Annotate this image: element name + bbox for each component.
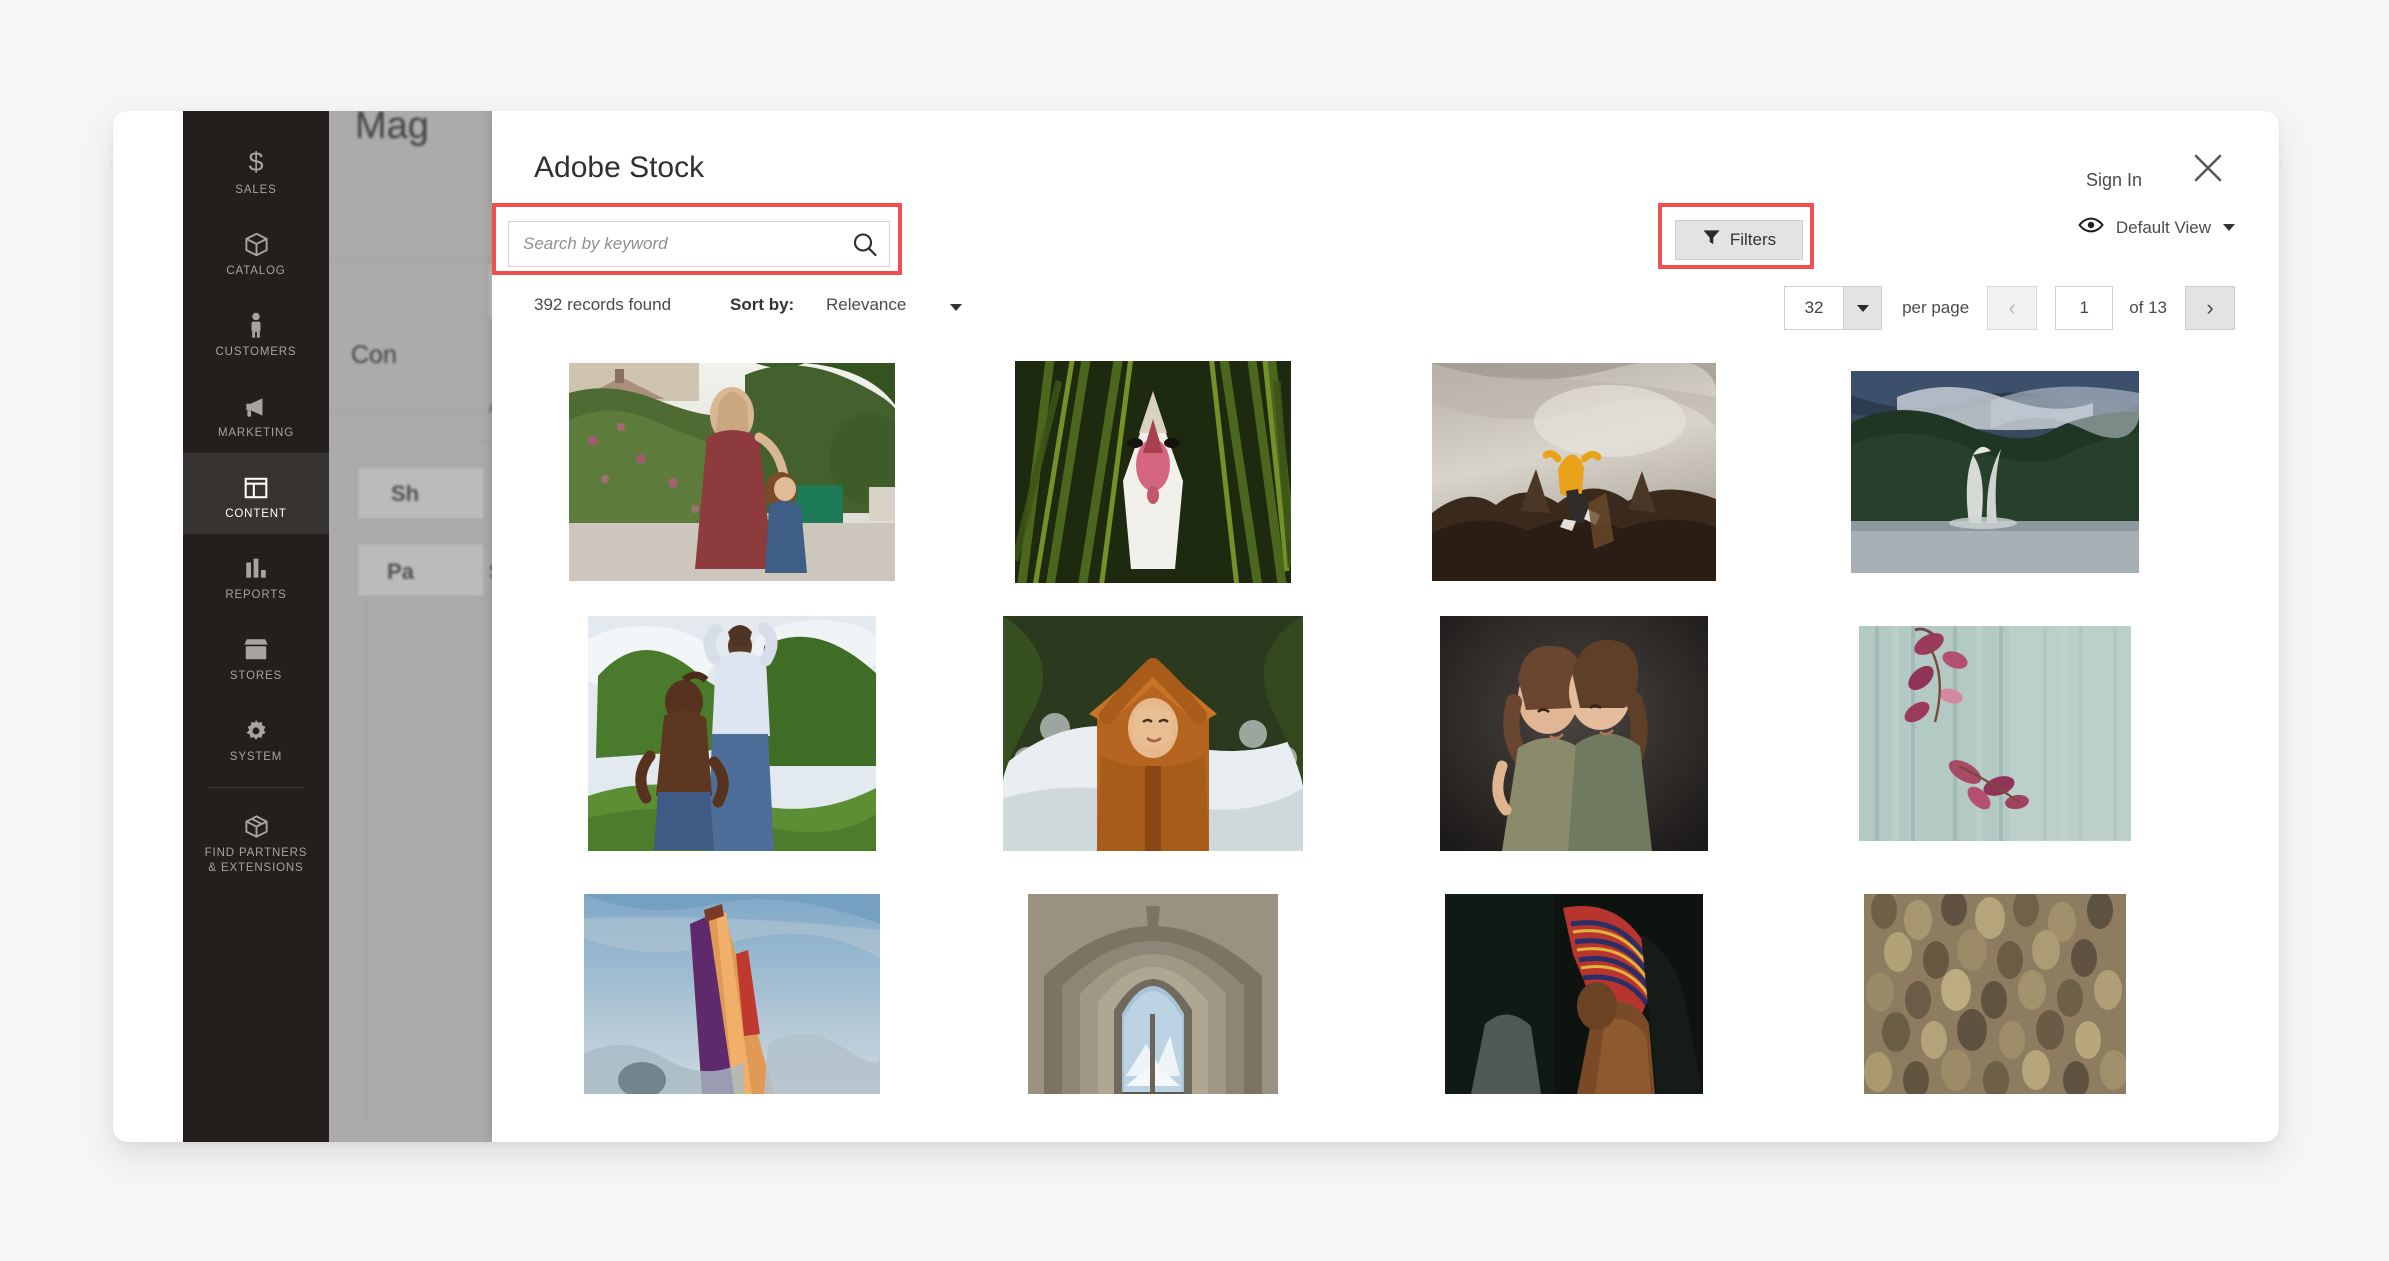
search-field-wrapper xyxy=(508,221,890,267)
chevron-right-icon[interactable]: › xyxy=(2185,286,2235,330)
gift-box-icon xyxy=(187,808,325,842)
stock-image-tile[interactable] xyxy=(955,612,1351,854)
sidebar-item-label: STORES xyxy=(229,670,283,682)
stock-image-tile[interactable] xyxy=(534,351,930,593)
stock-image-grid xyxy=(534,351,2249,1142)
chevron-down-icon xyxy=(2223,224,2235,231)
sidebar-divider xyxy=(209,787,303,788)
bg-button-2-text: Pa xyxy=(387,559,414,584)
sort-by-label: Sort by: xyxy=(730,295,795,314)
search-input[interactable] xyxy=(509,222,839,266)
bg-section-label: Con xyxy=(351,341,397,369)
admin-sidebar: $ SALES CATALOG CUSTOMERS MARKETING CONT… xyxy=(183,111,329,1142)
per-page-label: per page xyxy=(1902,298,1970,317)
adobe-stock-modal: Adobe Stock Sign In Search by keyword Fi… xyxy=(492,111,2279,1142)
sidebar-item-stores[interactable]: STORES xyxy=(183,615,329,696)
stock-thumbnail xyxy=(1864,894,2126,1094)
page-number-input[interactable] xyxy=(2055,286,2114,330)
stock-thumbnail xyxy=(588,615,876,851)
stock-image-tile[interactable] xyxy=(1797,351,2193,593)
funnel-icon xyxy=(1702,228,1721,252)
per-page-select[interactable]: 32 xyxy=(1784,286,1883,330)
pagination-controls: 32 per page ‹ of 13 › xyxy=(1784,283,2235,333)
filters-button[interactable]: Filters xyxy=(1675,220,1803,260)
sidebar-item-catalog[interactable]: CATALOG xyxy=(183,210,329,291)
dollar-icon: $ xyxy=(248,147,264,177)
sidebar-item-content[interactable]: CONTENT xyxy=(183,453,329,534)
layout-icon xyxy=(187,469,325,503)
view-switcher[interactable]: Default View xyxy=(2078,216,2235,239)
storefront-icon xyxy=(187,631,325,665)
bg-button-1 xyxy=(357,466,485,520)
sidebar-item-find-partners-extensions[interactable]: FIND PARTNERS & EXTENSIONS xyxy=(183,792,329,888)
sidebar-item-label: SALES xyxy=(235,184,277,196)
sidebar-item-label: CUSTOMERS xyxy=(215,346,297,358)
sort-by-value[interactable]: Relevance xyxy=(826,295,906,315)
stock-image-tile[interactable] xyxy=(955,873,1351,1115)
per-page-value: 32 xyxy=(1804,298,1824,317)
sidebar-item-label: CONTENT xyxy=(225,508,287,520)
megaphone-icon xyxy=(187,388,325,422)
stock-thumbnail xyxy=(1432,363,1716,581)
sidebar-item-sales[interactable]: $ SALES xyxy=(183,129,329,210)
stock-thumbnail xyxy=(1440,615,1708,851)
sort-chevron-down-icon[interactable] xyxy=(950,304,962,311)
gear-icon xyxy=(187,712,325,746)
sign-in-link[interactable]: Sign In xyxy=(2086,170,2142,191)
stock-thumbnail xyxy=(1003,615,1303,851)
stock-image-tile[interactable] xyxy=(534,612,930,854)
sidebar-item-marketing[interactable]: MARKETING xyxy=(183,372,329,453)
stock-thumbnail xyxy=(1015,361,1291,583)
per-page-chevron-down-icon xyxy=(1843,287,1882,329)
modal-title: Adobe Stock xyxy=(534,151,705,184)
filters-annotation-box: Filters xyxy=(1658,203,1814,269)
chevron-left-icon[interactable]: ‹ xyxy=(1987,286,2038,330)
stock-image-tile[interactable] xyxy=(1376,873,1772,1115)
bar-chart-icon xyxy=(187,550,325,584)
bg-button-2 xyxy=(357,543,485,597)
search-annotation-box xyxy=(492,203,902,275)
records-found-label: 392 records found xyxy=(534,295,672,314)
search-icon[interactable] xyxy=(849,229,881,261)
box-icon xyxy=(187,226,325,260)
close-icon[interactable] xyxy=(2188,148,2228,188)
sidebar-item-reports[interactable]: REPORTS xyxy=(183,534,329,615)
admin-app-card: $ SALES CATALOG CUSTOMERS MARKETING CONT… xyxy=(113,111,2279,1142)
stock-image-tile[interactable] xyxy=(1797,873,2193,1115)
stock-image-tile[interactable] xyxy=(534,873,930,1115)
stock-thumbnail xyxy=(1851,371,2139,573)
stock-image-tile[interactable] xyxy=(1376,612,1772,854)
sidebar-item-customers[interactable]: CUSTOMERS xyxy=(183,291,329,372)
sidebar-item-system[interactable]: SYSTEM xyxy=(183,696,329,777)
bg-brand-text: Mag xyxy=(355,111,429,147)
sidebar-item-label: MARKETING xyxy=(217,427,294,439)
stock-thumbnail xyxy=(1859,625,2131,841)
sidebar-item-label: FIND PARTNERS & EXTENSIONS xyxy=(204,847,308,874)
grid-row xyxy=(534,873,2249,1115)
view-label: Default View xyxy=(2115,217,2211,237)
filters-label: Filters xyxy=(1729,230,1777,249)
grid-row xyxy=(534,351,2249,593)
sidebar-item-label: SYSTEM xyxy=(229,751,283,763)
eye-icon xyxy=(2078,216,2104,239)
stock-thumbnail xyxy=(569,363,895,581)
stock-thumbnail xyxy=(584,894,880,1094)
bg-button-1-text: Sh xyxy=(391,481,420,506)
stock-image-tile[interactable] xyxy=(1797,612,2193,854)
stock-thumbnail xyxy=(1028,894,1278,1094)
stock-image-tile[interactable] xyxy=(1376,351,1772,593)
sidebar-item-label: REPORTS xyxy=(225,589,287,601)
person-icon xyxy=(187,307,325,341)
grid-row xyxy=(534,612,2249,854)
results-toolbar: 392 records found Sort by: Relevance 32 … xyxy=(534,286,2235,330)
stock-thumbnail xyxy=(1445,894,1703,1094)
stock-image-tile[interactable] xyxy=(955,351,1351,593)
sidebar-item-label: CATALOG xyxy=(226,265,286,277)
total-pages-label: of 13 xyxy=(2129,298,2167,317)
